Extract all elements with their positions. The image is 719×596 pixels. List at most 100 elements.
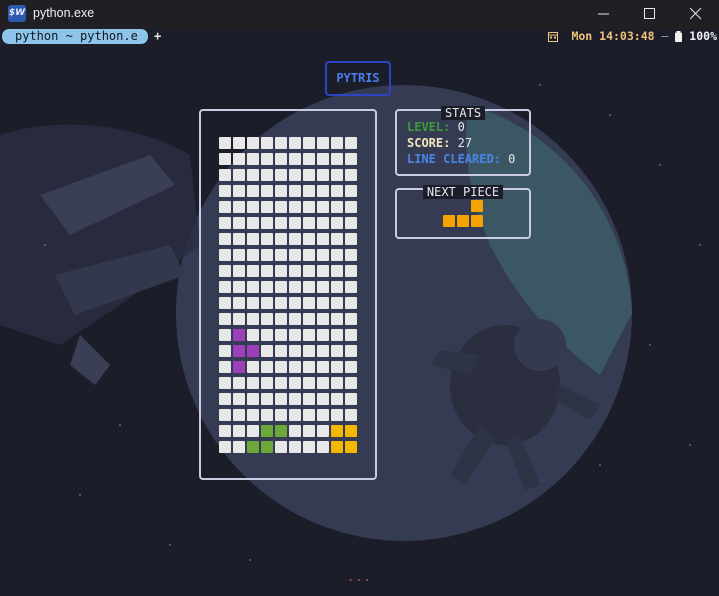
maximize-button[interactable] bbox=[627, 0, 673, 29]
close-icon bbox=[690, 8, 702, 20]
board-cell bbox=[345, 137, 357, 149]
board-cell bbox=[289, 377, 301, 389]
board-cell bbox=[317, 345, 329, 357]
board-cell bbox=[303, 329, 315, 341]
board-cell bbox=[275, 441, 287, 453]
board-cell bbox=[289, 217, 301, 229]
board-cell bbox=[345, 361, 357, 373]
board-cell bbox=[219, 201, 231, 213]
board-cell bbox=[331, 233, 343, 245]
board-cell bbox=[317, 281, 329, 293]
tab-python[interactable]: python ~ python.e bbox=[2, 29, 148, 44]
board-cell bbox=[317, 265, 329, 277]
terminal-tabbar: python ~ python.e + Mon 14:03:48 — 100% bbox=[0, 29, 719, 45]
board-cell bbox=[303, 153, 315, 165]
board-cell bbox=[247, 409, 259, 421]
maximize-icon bbox=[644, 8, 655, 19]
board-cell bbox=[317, 297, 329, 309]
board-cell bbox=[289, 169, 301, 181]
board-block bbox=[331, 425, 343, 437]
board-cell bbox=[261, 409, 273, 421]
board-cell bbox=[317, 249, 329, 261]
board-cell bbox=[219, 393, 231, 405]
board-cell bbox=[219, 361, 231, 373]
board-cell bbox=[247, 425, 259, 437]
board-cell bbox=[247, 313, 259, 325]
board-cell bbox=[247, 217, 259, 229]
next-piece-block bbox=[471, 200, 483, 212]
footer-dots: ... bbox=[347, 570, 372, 584]
board-cell bbox=[331, 329, 343, 341]
board-cell bbox=[303, 169, 315, 181]
board-cell bbox=[247, 361, 259, 373]
board-cell bbox=[331, 345, 343, 357]
board-cell bbox=[331, 153, 343, 165]
board-cell bbox=[233, 377, 245, 389]
board-cell bbox=[289, 329, 301, 341]
board-cell bbox=[247, 169, 259, 181]
board-cell bbox=[261, 361, 273, 373]
board-cell bbox=[247, 201, 259, 213]
board-cell bbox=[233, 409, 245, 421]
board-cell bbox=[275, 409, 287, 421]
board-cell bbox=[303, 345, 315, 357]
board-cell bbox=[331, 409, 343, 421]
board-cell bbox=[303, 137, 315, 149]
board-cell bbox=[247, 233, 259, 245]
minimize-button[interactable] bbox=[581, 0, 627, 29]
board-cell bbox=[233, 265, 245, 277]
board-cell bbox=[219, 313, 231, 325]
board-cell bbox=[219, 169, 231, 181]
board-cell bbox=[247, 393, 259, 405]
board-cell bbox=[275, 265, 287, 277]
board-cell bbox=[345, 393, 357, 405]
status-separator: — bbox=[661, 29, 669, 43]
board-cell bbox=[275, 297, 287, 309]
stats-panel: STATS LEVEL: 0 SCORE: 27 LINE CLEARED: 0 bbox=[395, 106, 531, 176]
board-cell bbox=[345, 249, 357, 261]
board-cell bbox=[303, 233, 315, 245]
board-cell bbox=[233, 313, 245, 325]
board-cell bbox=[233, 137, 245, 149]
board-cell bbox=[289, 345, 301, 357]
score-stat: SCORE: 27 bbox=[407, 136, 472, 150]
board-cell bbox=[303, 441, 315, 453]
next-piece-block bbox=[471, 215, 483, 227]
board-cell bbox=[331, 265, 343, 277]
board-cell bbox=[303, 313, 315, 325]
board-cell bbox=[233, 201, 245, 213]
battery-icon bbox=[675, 31, 683, 42]
new-tab-button[interactable]: + bbox=[154, 29, 161, 44]
board-cell bbox=[247, 265, 259, 277]
board-cell bbox=[289, 153, 301, 165]
board-cell bbox=[233, 249, 245, 261]
board-cell bbox=[275, 377, 287, 389]
minimize-icon bbox=[598, 13, 609, 15]
board-cell bbox=[261, 185, 273, 197]
board-cell bbox=[275, 249, 287, 261]
board-cell bbox=[261, 137, 273, 149]
board-cell bbox=[345, 345, 357, 357]
board-cell bbox=[345, 185, 357, 197]
board-cell bbox=[331, 393, 343, 405]
close-button[interactable] bbox=[673, 0, 719, 29]
board-cell bbox=[219, 137, 231, 149]
board-cell bbox=[289, 393, 301, 405]
board-cell bbox=[331, 201, 343, 213]
board-cell bbox=[233, 233, 245, 245]
board-cell bbox=[261, 153, 273, 165]
board-cell bbox=[233, 169, 245, 181]
board-block bbox=[261, 425, 273, 437]
board-cell bbox=[247, 377, 259, 389]
lines-value: 0 bbox=[508, 152, 516, 166]
board-cell bbox=[303, 409, 315, 421]
board-cell bbox=[317, 393, 329, 405]
board-cell bbox=[247, 137, 259, 149]
board-cell bbox=[331, 281, 343, 293]
board-cell bbox=[219, 345, 231, 357]
board-cell bbox=[345, 329, 357, 341]
stats-heading: STATS bbox=[440, 106, 486, 120]
board-cell bbox=[247, 185, 259, 197]
board-cell bbox=[303, 217, 315, 229]
board-cell bbox=[331, 169, 343, 181]
